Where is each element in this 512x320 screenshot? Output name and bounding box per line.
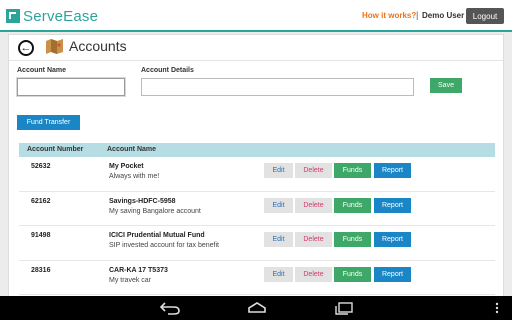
table-row: 91498 ICICI Prudential Mutual Fund SIP i…	[19, 226, 495, 261]
table-header: Account Number Account Name	[19, 143, 495, 157]
android-recents-icon[interactable]	[333, 301, 355, 315]
account-name: Savings-HDFC-5958	[109, 197, 176, 205]
edit-button[interactable]: Edit	[264, 232, 293, 247]
table-row: 28316 CAR-KA 17 T5373 My travek car Edit…	[19, 261, 495, 295]
account-details-label: Account Details	[141, 67, 194, 74]
funds-button[interactable]: Funds	[334, 197, 371, 213]
funds-button[interactable]: Funds	[334, 266, 371, 282]
account-number: 62162	[31, 197, 51, 205]
brand-name: ServeEase	[23, 7, 99, 25]
account-number: 91498	[31, 232, 51, 239]
user-name: Demo User	[422, 11, 465, 20]
table-row: 52632 My Pocket Always with me! Edit Del…	[19, 157, 495, 192]
brand-logo[interactable]: ServeEase	[6, 6, 98, 26]
delete-button[interactable]: Delete	[295, 163, 332, 178]
account-description: My saving Bangalore account	[109, 207, 201, 215]
funds-button[interactable]: Funds	[334, 163, 371, 178]
report-button[interactable]: Report	[374, 163, 411, 178]
how-it-works-link[interactable]: How it works?	[362, 11, 416, 20]
account-name: My Pocket	[109, 163, 144, 170]
edit-button[interactable]: Edit	[264, 197, 293, 213]
accounts-panel: ← Accounts Account Name Account Details …	[8, 34, 504, 298]
account-details-input[interactable]	[141, 78, 414, 96]
funds-button[interactable]: Funds	[334, 232, 371, 247]
account-name: ICICI Prudential Mutual Fund	[109, 232, 205, 239]
edit-button[interactable]: Edit	[264, 163, 293, 178]
column-header-account-name: Account Name	[107, 146, 157, 153]
account-description: SIP invested account for tax benefit	[109, 242, 219, 249]
serveease-logo-icon	[6, 9, 20, 23]
map-icon	[46, 39, 63, 54]
report-button[interactable]: Report	[374, 197, 411, 213]
account-description: My travek car	[109, 276, 152, 284]
android-menu-icon[interactable]	[494, 301, 500, 315]
account-name: CAR-KA 17 T5373	[109, 266, 168, 274]
accounts-table: Account Number Account Name 52632 My Poc…	[19, 143, 495, 295]
android-home-icon[interactable]	[246, 301, 268, 315]
table-row: 62162 Savings-HDFC-5958 My saving Bangal…	[19, 192, 495, 226]
account-number: 28316	[31, 266, 51, 274]
account-number: 52632	[31, 163, 51, 170]
report-button[interactable]: Report	[374, 232, 411, 247]
header-separator: |	[416, 10, 419, 20]
android-navigation-bar	[0, 296, 512, 320]
fund-transfer-button[interactable]: Fund Transfer	[17, 115, 80, 130]
delete-button[interactable]: Delete	[295, 197, 332, 213]
logout-button[interactable]: Logout	[466, 8, 504, 24]
save-button[interactable]: Save	[430, 78, 462, 93]
back-arrow-icon[interactable]: ←	[18, 40, 34, 56]
edit-button[interactable]: Edit	[264, 266, 293, 282]
page-title: Accounts	[69, 38, 127, 54]
account-name-input[interactable]	[17, 78, 125, 96]
report-button[interactable]: Report	[374, 266, 411, 282]
account-name-label: Account Name	[17, 67, 67, 74]
column-header-account-number: Account Number	[27, 146, 84, 153]
delete-button[interactable]: Delete	[295, 232, 332, 247]
account-description: Always with me!	[109, 173, 160, 180]
delete-button[interactable]: Delete	[295, 266, 332, 282]
android-back-icon[interactable]	[159, 301, 181, 315]
top-bar: ServeEase How it works? | Demo User Logo…	[0, 0, 512, 32]
page-header: ← Accounts	[9, 35, 503, 61]
